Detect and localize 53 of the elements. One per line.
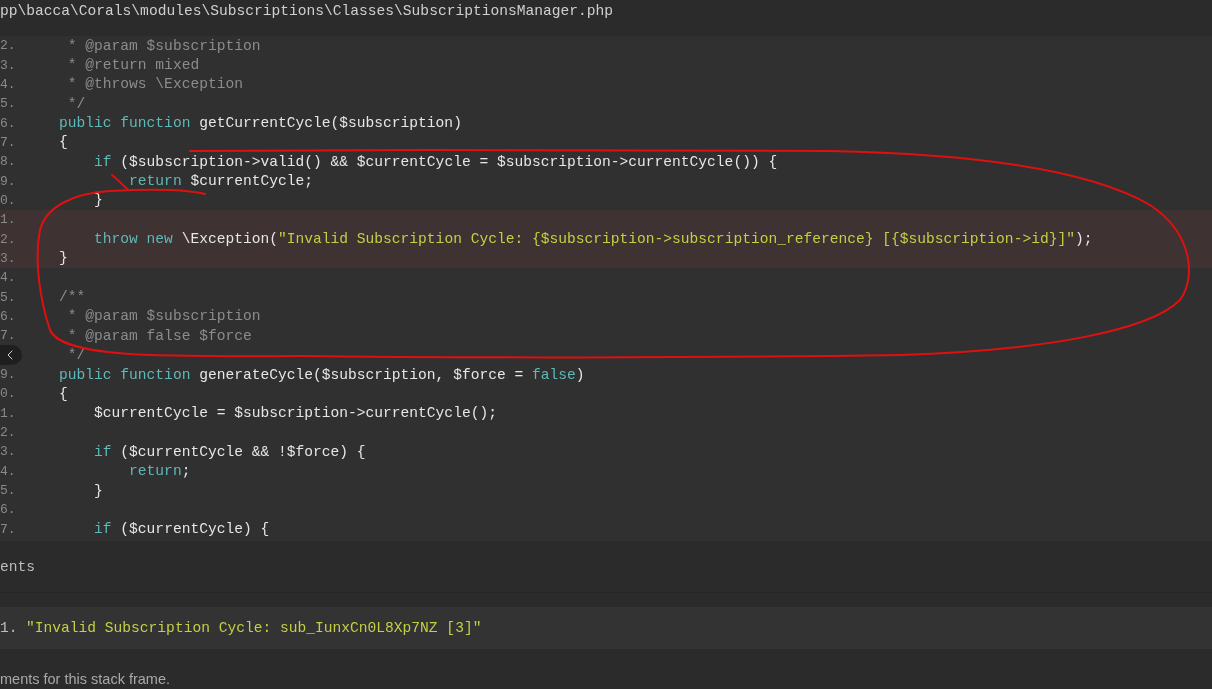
code-line: public function generateCycle($subscription, $force = false) xyxy=(58,366,585,383)
code-line: * @param $subscription xyxy=(66,308,261,325)
code-line: * @param $subscription xyxy=(66,37,261,54)
code-line: { xyxy=(58,385,68,402)
code-line: return; xyxy=(128,463,191,480)
code-line: if ($currentCycle && !$force) { xyxy=(93,443,366,460)
line-number: 7. xyxy=(0,134,17,150)
argument-number: 1. xyxy=(0,620,19,636)
code-line: } xyxy=(58,250,68,267)
code-line: { xyxy=(58,134,68,151)
code-line: return $currentCycle; xyxy=(128,173,313,190)
code-line: */ xyxy=(66,95,86,112)
line-number: 6. xyxy=(0,309,17,324)
argument-value: "Invalid Subscription Cycle: sub_IunxCn0L8Xp7NZ [3]" xyxy=(26,620,482,636)
line-number: 2. xyxy=(0,231,17,247)
code-line: */ xyxy=(66,347,86,364)
line-number: 7. xyxy=(0,328,17,344)
line-number: 2. xyxy=(0,38,17,54)
code-line: * @param false $force xyxy=(66,327,252,344)
code-line: /** xyxy=(58,289,86,306)
file-path: pp\bacca\Corals\modules\Subscriptions\Classes\SubscriptionsManager.php xyxy=(0,2,614,20)
line-number: 9. xyxy=(0,173,17,189)
line-number: 7. xyxy=(0,521,17,537)
code-line: $currentCycle = $subscription->currentCycle(); xyxy=(93,405,497,422)
code-line: throw new \Exception("Invalid Subscription Cycle: {$subscription->subscription_reference} [{$subscription->id}]"); xyxy=(93,231,1093,248)
line-number: 3. xyxy=(0,57,17,73)
line-number: 8. xyxy=(0,154,17,170)
line-number: 5. xyxy=(0,483,17,499)
line-number: 6. xyxy=(0,502,17,518)
line-number: 3. xyxy=(0,250,17,266)
line-number: 3. xyxy=(0,444,17,460)
code-line: if ($subscription->valid() && $currentCycle = $subscription->currentCycle()) { xyxy=(93,153,778,170)
line-number: 5. xyxy=(0,289,17,305)
line-number: 6. xyxy=(0,115,17,131)
code-line: if ($currentCycle) { xyxy=(93,521,270,538)
line-number: 0. xyxy=(0,192,17,208)
line-number: 2. xyxy=(0,425,17,441)
code-line: * @return mixed xyxy=(66,57,200,73)
line-number: 0. xyxy=(0,386,17,402)
line-number: 1. xyxy=(0,405,17,421)
note-text: ments for this stack frame. xyxy=(0,671,172,687)
line-number: 5. xyxy=(0,96,17,112)
previous-button[interactable] xyxy=(0,345,22,365)
code-line: public function getCurrentCycle($subscription) xyxy=(58,115,462,132)
line-number: 4. xyxy=(0,270,17,286)
code-line: * @throws \Exception xyxy=(66,76,243,93)
line-number: 9. xyxy=(0,367,17,382)
line-number: 4. xyxy=(0,463,17,479)
code-line: } xyxy=(93,192,103,209)
line-number: 4. xyxy=(0,76,17,92)
line-number: 1. xyxy=(0,212,17,228)
code-line: } xyxy=(93,482,103,499)
section-title: ents xyxy=(0,559,36,575)
